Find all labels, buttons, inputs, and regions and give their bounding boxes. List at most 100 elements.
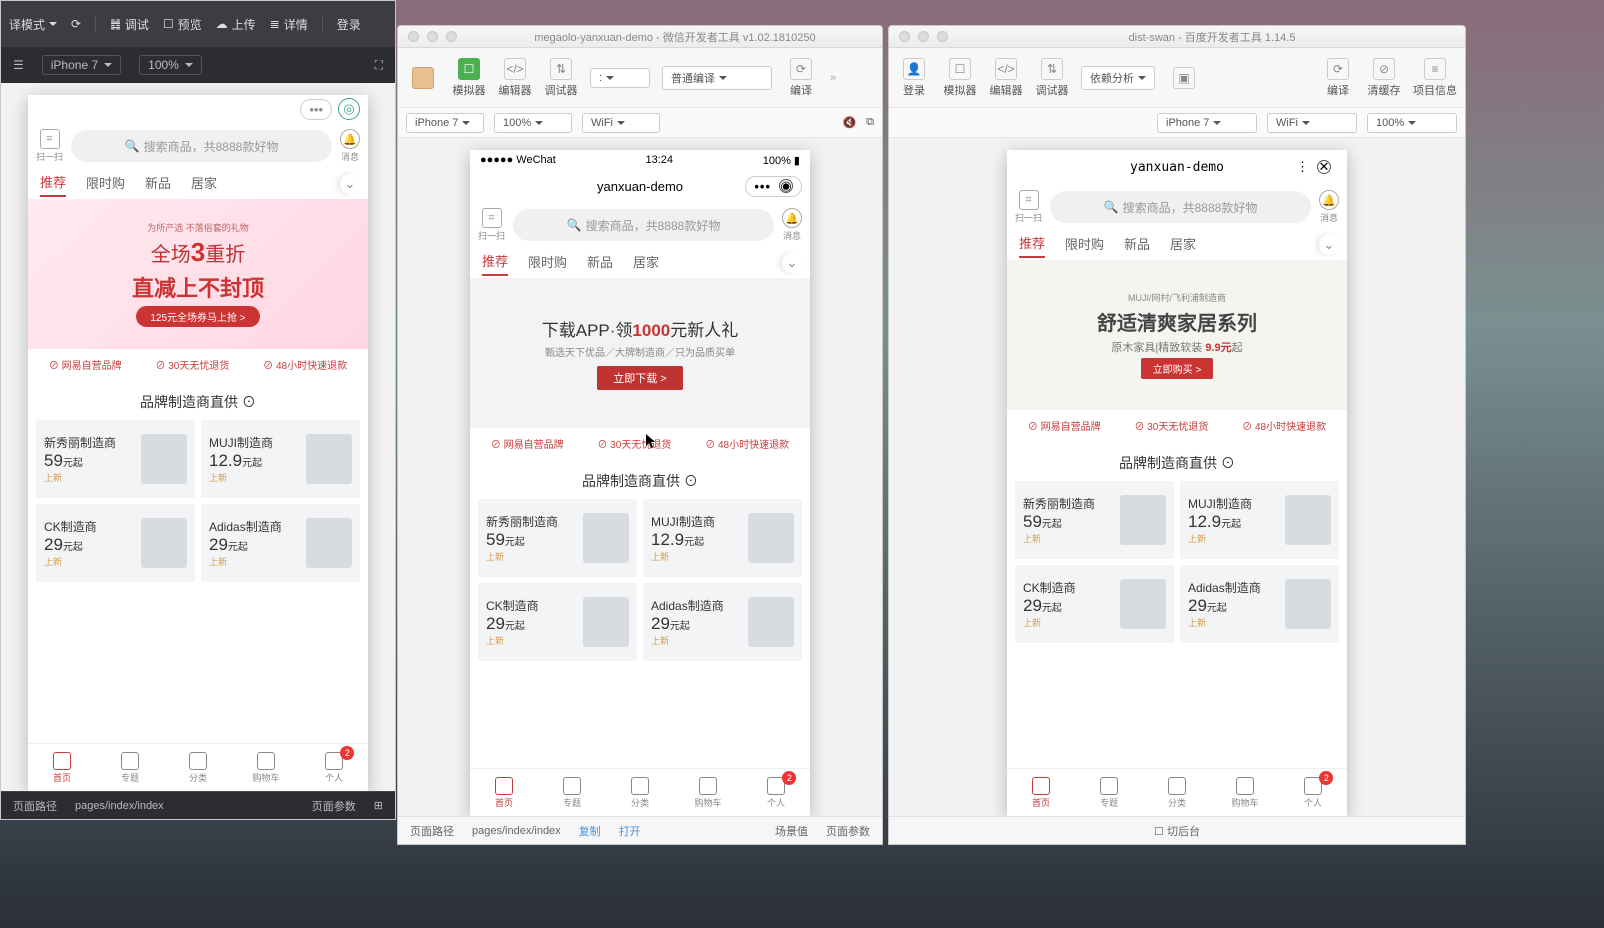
- tab-recommend[interactable]: 推荐: [40, 172, 66, 197]
- banner-cta[interactable]: 125元全场券马上抢 >: [136, 306, 259, 327]
- tab-flash[interactable]: 限时购: [1065, 234, 1104, 257]
- banner-2[interactable]: 下载APP·领1000元新人礼 甄选天下优品／大牌制造商／只为品质买单 立即下载…: [470, 278, 810, 428]
- product-card[interactable]: Adidas制造商29元起上新: [1180, 565, 1339, 643]
- product-card[interactable]: Adidas制造商29元起上新: [643, 583, 802, 661]
- zoom-select[interactable]: 100%: [494, 113, 572, 133]
- tab-category-btn[interactable]: 分类: [1143, 769, 1211, 816]
- tab-topic-btn[interactable]: 专题: [538, 769, 606, 816]
- target-icon[interactable]: ◉: [779, 179, 793, 193]
- product-card[interactable]: MUJI制造商12.9元起上新: [643, 499, 802, 577]
- tab-recommend[interactable]: 推荐: [482, 251, 508, 276]
- project-info-button[interactable]: ≡项目信息: [1413, 58, 1457, 98]
- grid-icon[interactable]: ⊞: [374, 799, 383, 812]
- product-card[interactable]: CK制造商29元起上新: [1015, 565, 1174, 643]
- reload-button[interactable]: ⟳: [71, 17, 81, 31]
- login-button[interactable]: 登录: [337, 16, 361, 33]
- tab-home-btn[interactable]: 首页: [28, 744, 96, 791]
- expand-tabs-icon[interactable]: ⌄: [782, 253, 802, 273]
- tab-home-btn[interactable]: 首页: [1007, 769, 1075, 816]
- product-card[interactable]: Adidas制造商29元起上新: [201, 504, 360, 582]
- tab-profile-btn[interactable]: 个人2: [742, 769, 810, 816]
- scene-value[interactable]: 场景值: [775, 823, 808, 839]
- network-select[interactable]: WiFi: [1267, 113, 1357, 133]
- page-path[interactable]: pages/index/index: [75, 800, 164, 812]
- dependency-select[interactable]: 依赖分析: [1081, 66, 1155, 90]
- tab-topic-btn[interactable]: 专题: [96, 744, 164, 791]
- zoom-select[interactable]: 100%: [1367, 113, 1457, 133]
- device-select[interactable]: iPhone 7: [1157, 113, 1257, 133]
- search-input[interactable]: 🔍 搜索商品，共8888款好物: [1050, 191, 1311, 223]
- login-button[interactable]: 👤登录: [897, 58, 931, 98]
- debug-button[interactable]: ䷮ 调试: [110, 16, 149, 33]
- tab-topic-btn[interactable]: 专题: [1075, 769, 1143, 816]
- expand-tabs-icon[interactable]: ⌄: [1319, 235, 1339, 255]
- page-params[interactable]: 页面参数: [312, 798, 356, 814]
- tab-cart-btn[interactable]: 购物车: [674, 769, 742, 816]
- interpret-mode[interactable]: 译模式: [9, 16, 57, 33]
- tab-category-btn[interactable]: 分类: [164, 744, 232, 791]
- menu-icon[interactable]: ☰: [13, 58, 24, 72]
- simulator-toggle[interactable]: ☐模拟器: [452, 58, 486, 98]
- product-card[interactable]: 新秀丽制造商59元起上新: [36, 420, 195, 498]
- debugger-toggle[interactable]: ⇅调试器: [1035, 58, 1069, 98]
- tab-flash[interactable]: 限时购: [86, 173, 125, 196]
- preview-button[interactable]: ▣: [1167, 67, 1201, 89]
- open-link[interactable]: 打开: [619, 823, 641, 839]
- debugger-toggle[interactable]: ⇅调试器: [544, 58, 578, 98]
- max-traffic-light[interactable]: [446, 31, 457, 42]
- editor-toggle[interactable]: </>编辑器: [498, 58, 532, 98]
- notifications-button[interactable]: 🔔消息: [782, 208, 802, 242]
- target-icon[interactable]: ◎: [338, 98, 360, 120]
- zoom-select[interactable]: 100%: [139, 55, 202, 75]
- product-card[interactable]: CK制造商29元起上新: [36, 504, 195, 582]
- product-card[interactable]: 新秀丽制造商59元起上新: [478, 499, 637, 577]
- notifications-button[interactable]: 🔔消息: [1319, 190, 1339, 224]
- min-traffic-light[interactable]: [918, 31, 929, 42]
- more-icon[interactable]: •••: [300, 99, 332, 120]
- tab-new[interactable]: 新品: [145, 173, 171, 196]
- editor-toggle[interactable]: </>编辑器: [989, 58, 1023, 98]
- product-card[interactable]: MUJI制造商12.9元起上新: [201, 420, 360, 498]
- tab-flash[interactable]: 限时购: [528, 252, 567, 275]
- upload-button[interactable]: ☁ 上传: [216, 16, 256, 33]
- banner-1[interactable]: 为所产选 不落俗套的礼物 全场3重折 直减上不封顶 125元全场券马上抢 >: [28, 199, 368, 349]
- simulator-toggle[interactable]: ☐模拟器: [943, 58, 977, 98]
- network-select[interactable]: WiFi: [582, 113, 660, 133]
- product-card[interactable]: CK制造商29元起上新: [478, 583, 637, 661]
- compile-mode-select[interactable]: 普通编译: [662, 66, 772, 90]
- device-select[interactable]: iPhone 7: [406, 113, 484, 133]
- mute-icon[interactable]: 🔇: [842, 116, 856, 129]
- nav-capsule[interactable]: ••• ◉: [745, 176, 802, 197]
- tab-cart-btn[interactable]: 购物车: [232, 744, 300, 791]
- scan-button[interactable]: ⌗扫一扫: [478, 208, 505, 242]
- compile-button[interactable]: ⟳编译: [1321, 58, 1355, 98]
- tab-profile-btn[interactable]: 个人2: [1279, 769, 1347, 816]
- tab-home[interactable]: 居家: [1170, 234, 1196, 257]
- banner-cta[interactable]: 立即购买 >: [1141, 358, 1214, 379]
- more-icon[interactable]: •••: [754, 179, 771, 194]
- tab-home[interactable]: 居家: [191, 173, 217, 196]
- tab-recommend[interactable]: 推荐: [1019, 233, 1045, 258]
- avatar-button[interactable]: [406, 67, 440, 89]
- tab-home-btn[interactable]: 首页: [470, 769, 538, 816]
- settings-icon[interactable]: ⛶: [375, 58, 383, 73]
- tab-cart-btn[interactable]: 购物车: [1211, 769, 1279, 816]
- copy-link[interactable]: 复制: [579, 823, 601, 839]
- popout-icon[interactable]: ⧉: [866, 116, 874, 129]
- search-input[interactable]: 🔍 搜索商品，共8888款好物: [71, 130, 332, 162]
- page-params[interactable]: 页面参数: [826, 823, 870, 839]
- compile-button[interactable]: ⟳编译: [784, 58, 818, 98]
- device-select[interactable]: iPhone 7: [42, 55, 121, 75]
- scan-button[interactable]: ⌗扫一扫: [36, 129, 63, 163]
- entry-select[interactable]: :: [590, 68, 650, 88]
- preview-button[interactable]: ☐ 预览: [163, 16, 202, 33]
- tab-category-btn[interactable]: 分类: [606, 769, 674, 816]
- tab-home[interactable]: 居家: [633, 252, 659, 275]
- expand-tabs-icon[interactable]: ⌄: [340, 174, 360, 194]
- nav-capsule[interactable]: ⋮ ✕: [1288, 157, 1339, 177]
- more-toolbar-icon[interactable]: »: [830, 72, 836, 84]
- max-traffic-light[interactable]: [937, 31, 948, 42]
- tab-new[interactable]: 新品: [587, 252, 613, 275]
- search-input[interactable]: 🔍 搜索商品，共8888款好物: [513, 209, 774, 241]
- close-icon[interactable]: ✕: [1317, 160, 1331, 174]
